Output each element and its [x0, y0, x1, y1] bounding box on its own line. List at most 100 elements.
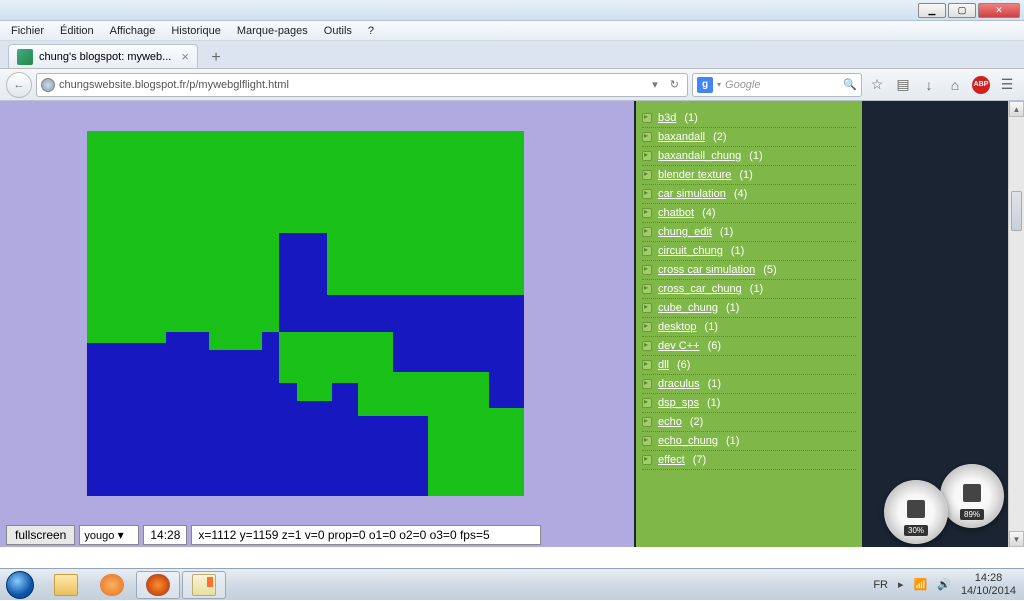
tab-close-icon[interactable]: ×: [181, 49, 189, 64]
sidebar-item[interactable]: draculus(1): [642, 375, 856, 394]
maximize-button[interactable]: ▢: [948, 3, 976, 18]
bullet-icon: [642, 113, 652, 123]
reload-icon[interactable]: ↻: [666, 78, 683, 91]
sidebar-item[interactable]: cube_chung(1): [642, 299, 856, 318]
sidebar-item[interactable]: dsp_sps(1): [642, 394, 856, 413]
close-button[interactable]: ✕: [978, 3, 1020, 18]
bullet-icon: [642, 303, 652, 313]
sidebar-item[interactable]: dll(6): [642, 356, 856, 375]
menu-help[interactable]: ?: [361, 23, 381, 39]
sidebar-item[interactable]: dev C++(6): [642, 337, 856, 356]
category-link[interactable]: b3d: [658, 112, 676, 124]
taskbar-clock[interactable]: 14:28 14/10/2014: [961, 572, 1016, 596]
category-link[interactable]: draculus: [658, 378, 700, 390]
volume-icon[interactable]: 🔊: [937, 578, 951, 591]
address-bar[interactable]: chungswebsite.blogspot.fr/p/mywebglfligh…: [36, 73, 688, 97]
home-icon[interactable]: ⌂: [944, 74, 966, 96]
sidebar-item[interactable]: circuit_chung(1): [642, 242, 856, 261]
bullet-icon: [642, 170, 652, 180]
category-link[interactable]: dev C++: [658, 340, 700, 352]
bookmarks-list-icon[interactable]: ▤: [892, 74, 914, 96]
bullet-icon: [642, 151, 652, 161]
bullet-icon: [642, 436, 652, 446]
browser-menubar: Fichier Édition Affichage Historique Mar…: [0, 21, 1024, 41]
bullet-icon: [642, 360, 652, 370]
category-link[interactable]: baxandall: [658, 131, 705, 143]
search-go-icon[interactable]: 🔍: [843, 78, 857, 91]
search-dropdown-icon[interactable]: ▾: [717, 80, 721, 89]
browser-tab[interactable]: chung's blogspot: myweb... ×: [8, 44, 198, 68]
adblock-icon[interactable]: ABP: [970, 74, 992, 96]
dropdown-icon[interactable]: ▾: [648, 78, 662, 91]
sidebar-item[interactable]: baxandall (2): [642, 128, 856, 147]
sidebar-item[interactable]: desktop(1): [642, 318, 856, 337]
category-link[interactable]: car simulation: [658, 188, 726, 200]
gauge-ram-value: 89%: [960, 509, 984, 520]
scroll-up-icon[interactable]: ▲: [1009, 101, 1024, 117]
category-link[interactable]: baxandall_chung: [658, 150, 741, 162]
sidebar-item[interactable]: effect(7): [642, 451, 856, 470]
menu-view[interactable]: Affichage: [103, 23, 163, 39]
new-tab-button[interactable]: +: [204, 48, 228, 68]
bullet-icon: [642, 246, 652, 256]
category-link[interactable]: desktop: [658, 321, 697, 333]
task-notepadpp[interactable]: [182, 571, 226, 599]
category-count: (1): [750, 283, 763, 295]
task-firefox[interactable]: [136, 571, 180, 599]
category-link[interactable]: cross_car_chung: [658, 283, 742, 295]
task-explorer[interactable]: [44, 571, 88, 599]
category-link[interactable]: dsp_sps: [658, 397, 699, 409]
menu-file[interactable]: Fichier: [4, 23, 51, 39]
search-bar[interactable]: g ▾ Google 🔍: [692, 73, 862, 97]
game-time: 14:28: [143, 525, 187, 545]
sidebar-item[interactable]: cross_car_chung (1): [642, 280, 856, 299]
sidebar-item[interactable]: chatbot(4): [642, 204, 856, 223]
game-status-text: x=1112 y=1159 z=1 v=0 prop=0 o1=0 o2=0 o…: [191, 525, 541, 545]
menu-bookmarks[interactable]: Marque-pages: [230, 23, 315, 39]
category-count: (1): [739, 169, 752, 181]
menu-edit[interactable]: Édition: [53, 23, 101, 39]
minimize-button[interactable]: ▁: [918, 3, 946, 18]
sidebar-item[interactable]: chung_edit(1): [642, 223, 856, 242]
downloads-icon[interactable]: ↓: [918, 74, 940, 96]
windows-orb-icon: [6, 571, 34, 599]
category-count: (2): [713, 131, 726, 143]
chip-icon: [907, 500, 925, 518]
category-link[interactable]: cube_chung: [658, 302, 718, 314]
sidebar-item[interactable]: baxandall_chung(1): [642, 147, 856, 166]
mode-select[interactable]: yougo ▾: [79, 525, 139, 545]
clock-time: 14:28: [961, 572, 1016, 584]
sidebar-item[interactable]: b3d(1): [642, 109, 856, 128]
menu-history[interactable]: Historique: [164, 23, 228, 39]
webgl-canvas[interactable]: [87, 131, 524, 496]
sidebar-item[interactable]: cross car simulation(5): [642, 261, 856, 280]
vertical-scrollbar[interactable]: ▲ ▼: [1008, 101, 1024, 547]
task-mediaplayer[interactable]: [90, 571, 134, 599]
category-link[interactable]: chatbot: [658, 207, 694, 219]
scroll-down-icon[interactable]: ▼: [1009, 531, 1024, 547]
category-link[interactable]: echo: [658, 416, 682, 428]
category-link[interactable]: blender texture: [658, 169, 731, 181]
bullet-icon: [642, 455, 652, 465]
start-button[interactable]: [0, 569, 40, 601]
hamburger-menu-icon[interactable]: ☰: [996, 74, 1018, 96]
category-link[interactable]: chung_edit: [658, 226, 712, 238]
menu-tools[interactable]: Outils: [317, 23, 359, 39]
language-indicator[interactable]: FR: [873, 579, 888, 591]
sidebar-item[interactable]: car simulation(4): [642, 185, 856, 204]
bookmark-star-icon[interactable]: ☆: [866, 74, 888, 96]
category-link[interactable]: dll: [658, 359, 669, 371]
category-link[interactable]: effect: [658, 454, 685, 466]
sidebar-item[interactable]: echo(2): [642, 413, 856, 432]
category-link[interactable]: cross car simulation: [658, 264, 755, 276]
wifi-icon[interactable]: 📶: [914, 578, 928, 591]
category-link[interactable]: echo_chung: [658, 435, 718, 447]
category-link[interactable]: circuit_chung: [658, 245, 723, 257]
tray-flag-icon[interactable]: ▸: [898, 578, 904, 591]
fullscreen-button[interactable]: fullscreen: [6, 525, 75, 545]
back-button[interactable]: ←: [6, 72, 32, 98]
sidebar-item[interactable]: blender texture (1): [642, 166, 856, 185]
scroll-thumb[interactable]: [1011, 191, 1022, 231]
sidebar-item[interactable]: echo_chung(1): [642, 432, 856, 451]
windows-taskbar: FR ▸ 📶 🔊 14:28 14/10/2014: [0, 568, 1024, 600]
